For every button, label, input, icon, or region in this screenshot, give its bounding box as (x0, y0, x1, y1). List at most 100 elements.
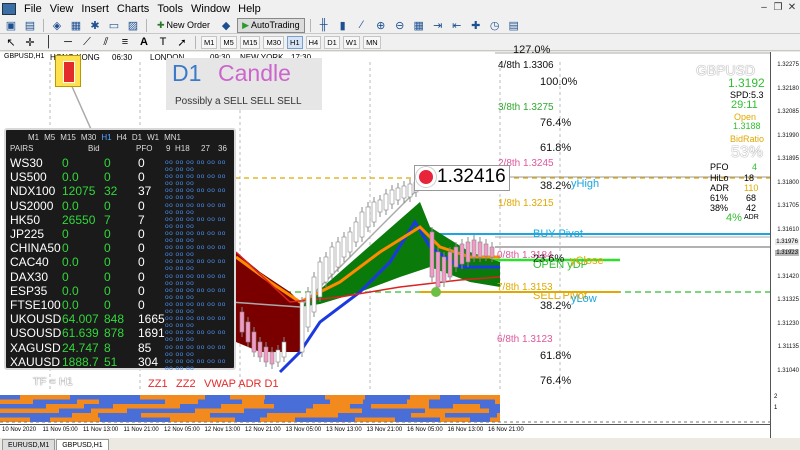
minimize-icon[interactable]: – (758, 2, 770, 14)
tab-gbpusd-h1[interactable]: GBPUSD,H1 (56, 439, 109, 450)
time-tick-label: 16 Nov 21:00 (488, 427, 524, 433)
panel-tf-mn1[interactable]: MN1 (164, 133, 181, 142)
templates-icon[interactable]: ▤ (506, 18, 522, 32)
data-window-icon[interactable]: ▦ (68, 18, 84, 32)
candle-body (429, 231, 435, 278)
horizontal-line-icon[interactable]: ─ (60, 35, 76, 49)
channel-icon[interactable]: ⫽ (98, 35, 114, 49)
cursor-icon[interactable]: ↖ (3, 35, 19, 49)
tf-h1[interactable]: H1 (287, 35, 303, 49)
tester-icon[interactable]: ▨ (125, 18, 141, 32)
tf-m30[interactable]: M30 (263, 35, 285, 49)
pair-bid: 0.0 (62, 298, 79, 312)
tf-m5[interactable]: M5 (220, 35, 237, 49)
pair-bid: 0 (62, 227, 69, 241)
price-highlight-label: 1.31976 (775, 239, 799, 245)
panel-tf-m5[interactable]: M5 (44, 133, 55, 142)
menu-charts[interactable]: Charts (113, 3, 153, 15)
tf-w1[interactable]: W1 (342, 35, 361, 49)
fibonacci-icon[interactable]: ≡ (117, 35, 133, 49)
table-row: WS30 0 0 0 oo oo oo oo oo oo oo oo oo (10, 156, 236, 173)
vwap-adr-label: VWAP ADR D1 (204, 378, 279, 390)
indicator-bar (0, 395, 20, 400)
panel-timeframes: M1 M5 M15 M30 H1 H4 D1 W1 MN1 (28, 133, 181, 142)
vertical-line-icon[interactable]: │ (41, 35, 57, 49)
tf-m1[interactable]: M1 (201, 35, 218, 49)
app-icon[interactable] (2, 2, 16, 15)
label-icon[interactable]: T (155, 35, 171, 49)
new-order-button[interactable]: ✚ New Order (152, 18, 215, 33)
tf-h4[interactable]: H4 (305, 35, 322, 49)
pair-name: ESP35 (10, 283, 48, 298)
menu-view[interactable]: View (46, 3, 78, 15)
navigator-icon[interactable]: ✱ (87, 18, 103, 32)
pair-change: 0 (104, 255, 111, 270)
arrow-icon[interactable]: ➚ (174, 35, 190, 49)
zoom-out-icon[interactable]: ⊖ (392, 18, 408, 32)
pair-pfo: 0 (138, 298, 145, 312)
pair-bid: 0.0 (62, 198, 79, 213)
panel-header-36: 36 (218, 144, 227, 153)
candlestick-icon[interactable]: ▮ (335, 18, 351, 32)
current-price: 1.32416 (437, 166, 506, 187)
periods-icon[interactable]: ◷ (487, 18, 503, 32)
market-watch-icon[interactable]: ◈ (49, 18, 65, 32)
tab-eurusd-m1[interactable]: EURUSD,M1 (2, 439, 56, 450)
indicator-bar (330, 399, 363, 404)
pair-bid: 0 (62, 269, 69, 284)
panel-tf-w1[interactable]: W1 (147, 133, 159, 142)
panel-header-9: 9 (166, 144, 171, 153)
panel-tf-h4[interactable]: H4 (117, 133, 127, 142)
crosshair-icon[interactable]: ✛ (22, 35, 38, 49)
info-timer: 29:11 (731, 99, 758, 111)
candle-body (371, 201, 377, 223)
pair-bid: 24.747 (62, 340, 99, 355)
table-row: UKOUSD 64.007 848 1665 oo oo oo oo oo oo oo … (10, 312, 236, 329)
candle-body (323, 256, 329, 283)
pair-pfo: 0 (138, 269, 145, 284)
tf-mn[interactable]: MN (363, 35, 381, 49)
tf-d1[interactable]: D1 (324, 35, 340, 49)
table-row: CAC40 0.0 0 0 oo oo oo oo oo oo oo oo oo (10, 255, 236, 272)
d1-signal-text: Possibly a SELL SELL SELL (175, 96, 302, 107)
line-chart-icon[interactable]: ⁄ (354, 18, 370, 32)
tile-windows-icon[interactable]: ▦ (411, 18, 427, 32)
menu-insert[interactable]: Insert (77, 3, 113, 15)
panel-tf-m15[interactable]: M15 (60, 133, 76, 142)
close-icon[interactable]: ✕ (786, 2, 798, 14)
candle-body (407, 183, 413, 198)
panel-tf-h1[interactable]: H1 (101, 133, 111, 142)
restore-icon[interactable]: ❐ (772, 2, 784, 14)
chart-shift-icon[interactable]: ⇤ (449, 18, 465, 32)
pair-bid: 0 (62, 241, 69, 256)
indicators-icon[interactable]: ✚ (468, 18, 484, 32)
panel-tf-m1[interactable]: M1 (28, 133, 39, 142)
autotrading-button[interactable]: ▶ AutoTrading (237, 17, 305, 33)
candle-body (401, 185, 407, 199)
menu-window[interactable]: Window (187, 3, 234, 15)
indicator-bar (0, 399, 33, 404)
indicator-bar (338, 413, 411, 418)
indicator-window[interactable] (0, 391, 770, 424)
indicator-bar (429, 404, 453, 409)
zoom-in-icon[interactable]: ⊕ (373, 18, 389, 32)
trendline-icon[interactable]: ⟋ (79, 35, 95, 49)
tf-m15[interactable]: M15 (239, 35, 261, 49)
panel-tf-m30[interactable]: M30 (81, 133, 97, 142)
new-chart-icon[interactable]: ▣ (3, 18, 19, 32)
panel-tf-d1[interactable]: D1 (132, 133, 142, 142)
metaeditor-icon[interactable]: ◆ (218, 18, 234, 32)
price-axis[interactable]: 1.32275 1.32180 1.32085 1.31990 1.31895 1.318… (770, 52, 800, 438)
pair-name: HK50 (10, 212, 41, 227)
menu-help[interactable]: Help (234, 3, 265, 15)
text-icon[interactable]: A (136, 35, 152, 49)
pair-name: JP225 (10, 227, 45, 241)
candle-body (317, 261, 323, 298)
terminal-icon[interactable]: ▭ (106, 18, 122, 32)
profiles-icon[interactable]: ▤ (22, 18, 38, 32)
autoscroll-icon[interactable]: ⇥ (430, 18, 446, 32)
pair-change: 51 (104, 354, 118, 369)
bar-chart-icon[interactable]: ╫ (316, 18, 332, 32)
menu-file[interactable]: File (20, 3, 46, 15)
menu-tools[interactable]: Tools (153, 3, 187, 15)
